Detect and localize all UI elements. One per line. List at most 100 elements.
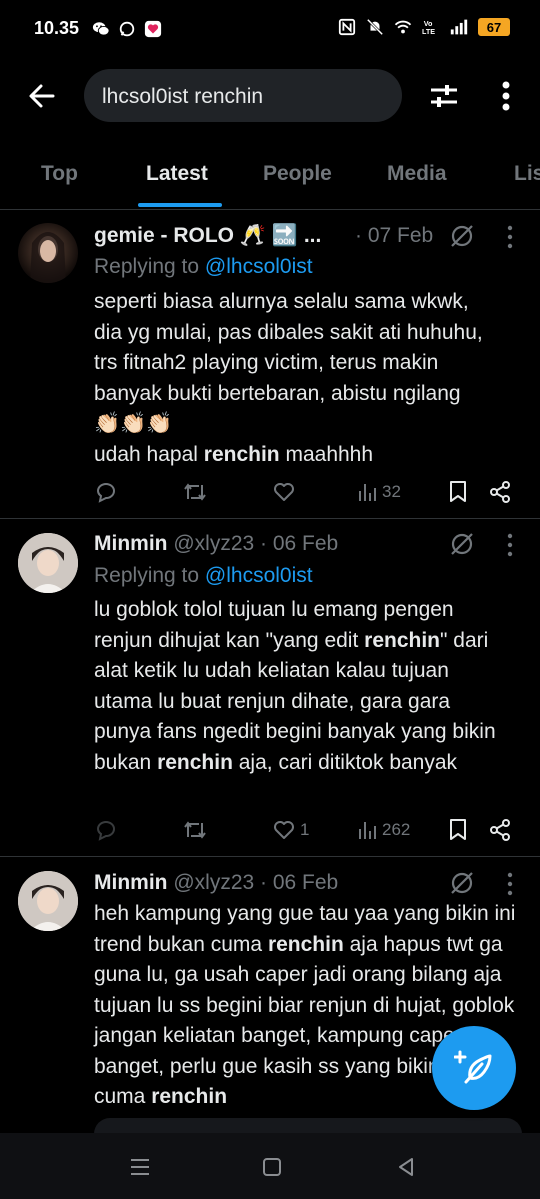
tweet-line: 👏🏻👏🏻👏🏻 bbox=[94, 412, 173, 435]
tweet-header: Minmin @xlyz23 · 06 Feb bbox=[94, 871, 338, 895]
reply-icon bbox=[96, 483, 115, 503]
tweet-line: dia yg mulai, pas dibales sakit ati huhu… bbox=[94, 320, 483, 344]
highlight-term: renchin bbox=[157, 750, 233, 774]
status-right-icons: Vo LTE 67 bbox=[338, 18, 510, 36]
compose-feather-icon bbox=[454, 1050, 492, 1084]
system-nav-bar bbox=[0, 1133, 540, 1199]
share-button[interactable] bbox=[488, 477, 512, 507]
avatar-image bbox=[18, 533, 78, 593]
share-icon bbox=[490, 481, 510, 503]
tweet-more-icon[interactable] bbox=[500, 531, 520, 559]
views-icon bbox=[359, 484, 376, 501]
back-button[interactable] bbox=[24, 78, 60, 114]
search-filter-button[interactable] bbox=[424, 76, 464, 116]
replying-mention[interactable]: @lhcsol0ist bbox=[205, 564, 313, 587]
tab-people[interactable]: People bbox=[263, 162, 332, 186]
replying-prefix: Replying to bbox=[94, 255, 205, 278]
wifi-icon bbox=[394, 20, 412, 34]
author-handle[interactable]: @xlyz23 bbox=[173, 871, 254, 894]
highlight-term: renchin bbox=[151, 1085, 228, 1108]
mute-icon bbox=[366, 18, 384, 36]
views-icon bbox=[359, 822, 376, 839]
replying-to: Replying to @lhcsol0ist bbox=[94, 564, 313, 588]
search-input[interactable]: lhcsol0ist renchin bbox=[84, 69, 402, 122]
retweet-icon bbox=[184, 483, 206, 501]
compose-tweet-button[interactable] bbox=[432, 1026, 516, 1110]
svg-text:LTE: LTE bbox=[422, 27, 435, 36]
tweet-line: trs fitnah2 playing victim, terus makin bbox=[94, 351, 439, 374]
replying-to: Replying to @lhcsol0ist bbox=[94, 255, 313, 279]
author-handle[interactable]: @xlyz23 bbox=[173, 532, 254, 555]
highlight-term: renchin bbox=[267, 932, 344, 956]
bookmark-icon bbox=[450, 481, 466, 502]
text-span: maahhhh bbox=[279, 442, 374, 466]
tweet-date[interactable]: · 06 Feb bbox=[260, 532, 338, 555]
tweet[interactable]: Minmin @xlyz23 · 06 Feb Replying to @lhc… bbox=[0, 519, 540, 857]
like-button[interactable]: 1 bbox=[272, 815, 309, 845]
home-button[interactable] bbox=[258, 1153, 286, 1181]
retweet-button[interactable] bbox=[182, 815, 212, 845]
avatar[interactable] bbox=[18, 871, 78, 931]
avatar[interactable] bbox=[18, 533, 78, 593]
views-count: 32 bbox=[382, 482, 401, 501]
views-button[interactable]: 262 bbox=[358, 815, 410, 845]
tweet-more-icon[interactable] bbox=[500, 223, 520, 251]
menu-lines-icon bbox=[131, 1159, 149, 1175]
bookmark-button[interactable] bbox=[448, 815, 468, 845]
battery-icon: 67 bbox=[478, 18, 510, 36]
recents-button[interactable] bbox=[126, 1153, 154, 1181]
reply-icon bbox=[96, 821, 115, 841]
volte-icon: Vo LTE bbox=[422, 19, 435, 36]
home-square-icon bbox=[263, 1158, 281, 1176]
avatar-image bbox=[30, 232, 66, 283]
bookmark-button[interactable] bbox=[448, 477, 468, 507]
replying-mention[interactable]: @lhcsol0ist bbox=[205, 255, 313, 278]
tweet-header: gemie - ROLO 🥂 🔜 ... bbox=[94, 224, 321, 248]
tab-top[interactable]: Top bbox=[41, 162, 78, 186]
mute-conversation-icon[interactable] bbox=[448, 222, 476, 250]
author-name[interactable]: Minmin bbox=[94, 871, 168, 894]
share-icon bbox=[490, 819, 510, 841]
back-triangle-icon bbox=[399, 1158, 413, 1176]
tweet-text: seperti biasa alurnya selalu sama wkwk, … bbox=[94, 287, 534, 470]
author-name[interactable]: Minmin bbox=[94, 532, 168, 555]
tweet-date[interactable]: · 07 Feb bbox=[355, 224, 433, 248]
share-button[interactable] bbox=[488, 815, 512, 845]
tweet-more-icon[interactable] bbox=[500, 870, 520, 898]
app-notification-icon bbox=[144, 20, 162, 38]
reply-button[interactable] bbox=[94, 477, 122, 507]
more-options-button[interactable] bbox=[488, 76, 524, 116]
retweet-icon bbox=[184, 821, 206, 839]
retweet-button[interactable] bbox=[182, 477, 212, 507]
back-nav-button[interactable] bbox=[392, 1153, 420, 1181]
heart-icon bbox=[274, 821, 294, 839]
author-name[interactable]: gemie - ROLO 🥂 🔜 ... bbox=[94, 224, 321, 247]
tab-latest[interactable]: Latest bbox=[146, 162, 208, 186]
highlight-term: renchin bbox=[364, 628, 440, 652]
views-count: 262 bbox=[382, 820, 411, 839]
like-button[interactable] bbox=[272, 477, 300, 507]
wechat-icon bbox=[92, 22, 110, 36]
search-query[interactable]: lhcsol0ist renchin bbox=[102, 85, 263, 109]
search-tabs: Top Latest People Media Lis bbox=[0, 140, 540, 210]
avatar[interactable] bbox=[18, 223, 78, 283]
search-header: lhcsol0ist renchin bbox=[0, 60, 540, 130]
tweet-date[interactable]: · 06 Feb bbox=[260, 871, 338, 894]
tweet-line: seperti biasa alurnya selalu sama wkwk, bbox=[94, 290, 469, 313]
like-count: 1 bbox=[300, 820, 310, 839]
sliders-icon bbox=[431, 85, 457, 107]
highlight-term: renchin bbox=[203, 442, 280, 466]
tweet-actions: 32 bbox=[94, 477, 524, 507]
bookmark-icon bbox=[450, 819, 466, 840]
status-bar: 10.35 Vo LTE 67 bbox=[0, 0, 540, 60]
mute-conversation-icon[interactable] bbox=[448, 869, 476, 897]
mute-conversation-icon[interactable] bbox=[448, 530, 476, 558]
tab-media[interactable]: Media bbox=[387, 162, 447, 186]
tweet[interactable]: gemie - ROLO 🥂 🔜 ... · 07 Feb Replying t… bbox=[0, 211, 540, 519]
views-button[interactable]: 32 bbox=[358, 477, 401, 507]
tab-lists[interactable]: Lis bbox=[514, 162, 540, 186]
status-time: 10.35 bbox=[34, 18, 80, 38]
reply-button[interactable] bbox=[94, 815, 122, 845]
more-vertical-icon bbox=[502, 81, 510, 111]
tweet-line: udah hapal renchin maahhhh bbox=[94, 440, 534, 471]
